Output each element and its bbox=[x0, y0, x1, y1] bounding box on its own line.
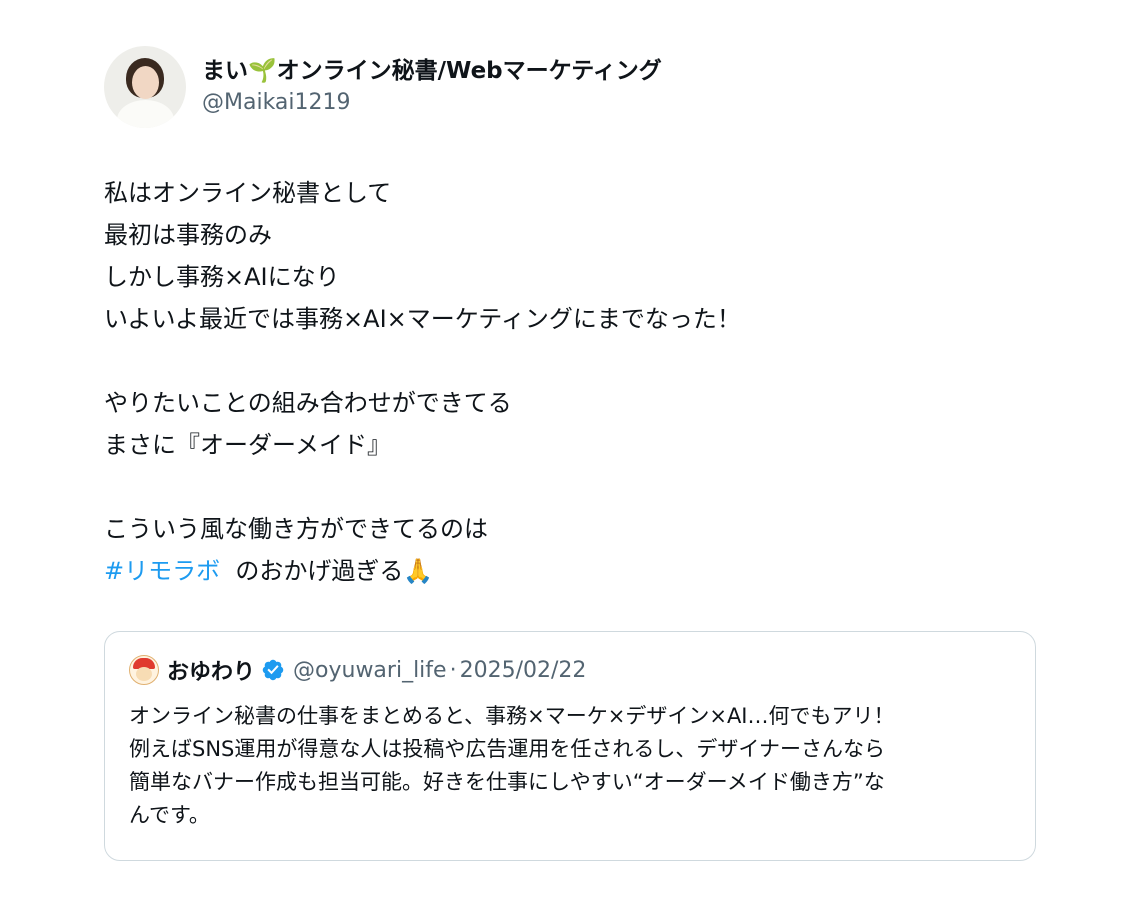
author-display-name[interactable]: まい🌱オンライン秘書/Webマーケティング bbox=[202, 56, 662, 86]
quoted-handle[interactable]: @oyuwari_life bbox=[293, 658, 447, 683]
tweet-line: いよいよ最近では事務×AI×マーケティングにまでなった！ bbox=[104, 305, 741, 333]
quoted-line: オンライン秘書の仕事をまとめると、事務×マーケ×デザイン×AI…何でもアリ！ bbox=[129, 704, 895, 728]
author-avatar[interactable] bbox=[104, 46, 186, 128]
tweet-line: こういう風な働き方ができてるのは bbox=[104, 515, 488, 543]
quoted-tweet-text: オンライン秘書の仕事をまとめると、事務×マーケ×デザイン×AI…何でもアリ！ 例… bbox=[129, 700, 1019, 832]
quoted-display-name[interactable]: おゆわり bbox=[167, 654, 255, 686]
tweet-card: まい🌱オンライン秘書/Webマーケティング @Maikai1219 私はオンライ… bbox=[0, 0, 1122, 902]
avatar-face bbox=[132, 66, 159, 99]
quoted-line: んです。 bbox=[129, 803, 210, 827]
tweet-line: まさに『オーダーメイド』 bbox=[104, 431, 392, 459]
tweet-line: 最初は事務のみ bbox=[104, 221, 272, 249]
quoted-tweet-header: おゆわり @oyuwari_life · 2025/02/22 bbox=[129, 654, 586, 686]
hashtag-link[interactable]: #リモラボ bbox=[104, 557, 220, 585]
tweet-line: やりたいことの組み合わせができてる bbox=[104, 389, 512, 417]
quoted-avatar bbox=[129, 655, 159, 685]
tweet-line: 私はオンライン秘書として bbox=[104, 179, 392, 207]
quoted-tweet[interactable]: おゆわり @oyuwari_life · 2025/02/22 オンライン秘書の… bbox=[104, 631, 1036, 861]
tweet-line-last: #リモラボ のおかげ過ぎる🙏 bbox=[104, 550, 1034, 592]
author-header: まい🌱オンライン秘書/Webマーケティング @Maikai1219 bbox=[104, 46, 662, 128]
tweet-line-last-text: のおかげ過ぎる🙏 bbox=[235, 557, 434, 585]
tweet-text: 私はオンライン秘書として 最初は事務のみ しかし事務×AIになり いよいよ最近で… bbox=[104, 172, 1034, 592]
quoted-separator: · bbox=[449, 657, 457, 683]
avatar-body bbox=[117, 100, 174, 128]
quoted-date[interactable]: 2025/02/22 bbox=[460, 658, 587, 683]
quoted-avatar-face bbox=[136, 667, 152, 681]
author-handle[interactable]: @Maikai1219 bbox=[202, 88, 662, 118]
quoted-line: 例えばSNS運用が得意な人は投稿や広告運用を任されるし、デザイナーさんなら bbox=[129, 737, 885, 761]
tweet-line: しかし事務×AIになり bbox=[104, 263, 340, 291]
verified-badge-icon bbox=[262, 659, 284, 681]
quoted-line: 簡単なバナー作成も担当可能。好きを仕事にしやすい“オーダーメイド働き方”な bbox=[129, 770, 885, 794]
author-names: まい🌱オンライン秘書/Webマーケティング @Maikai1219 bbox=[202, 56, 662, 118]
